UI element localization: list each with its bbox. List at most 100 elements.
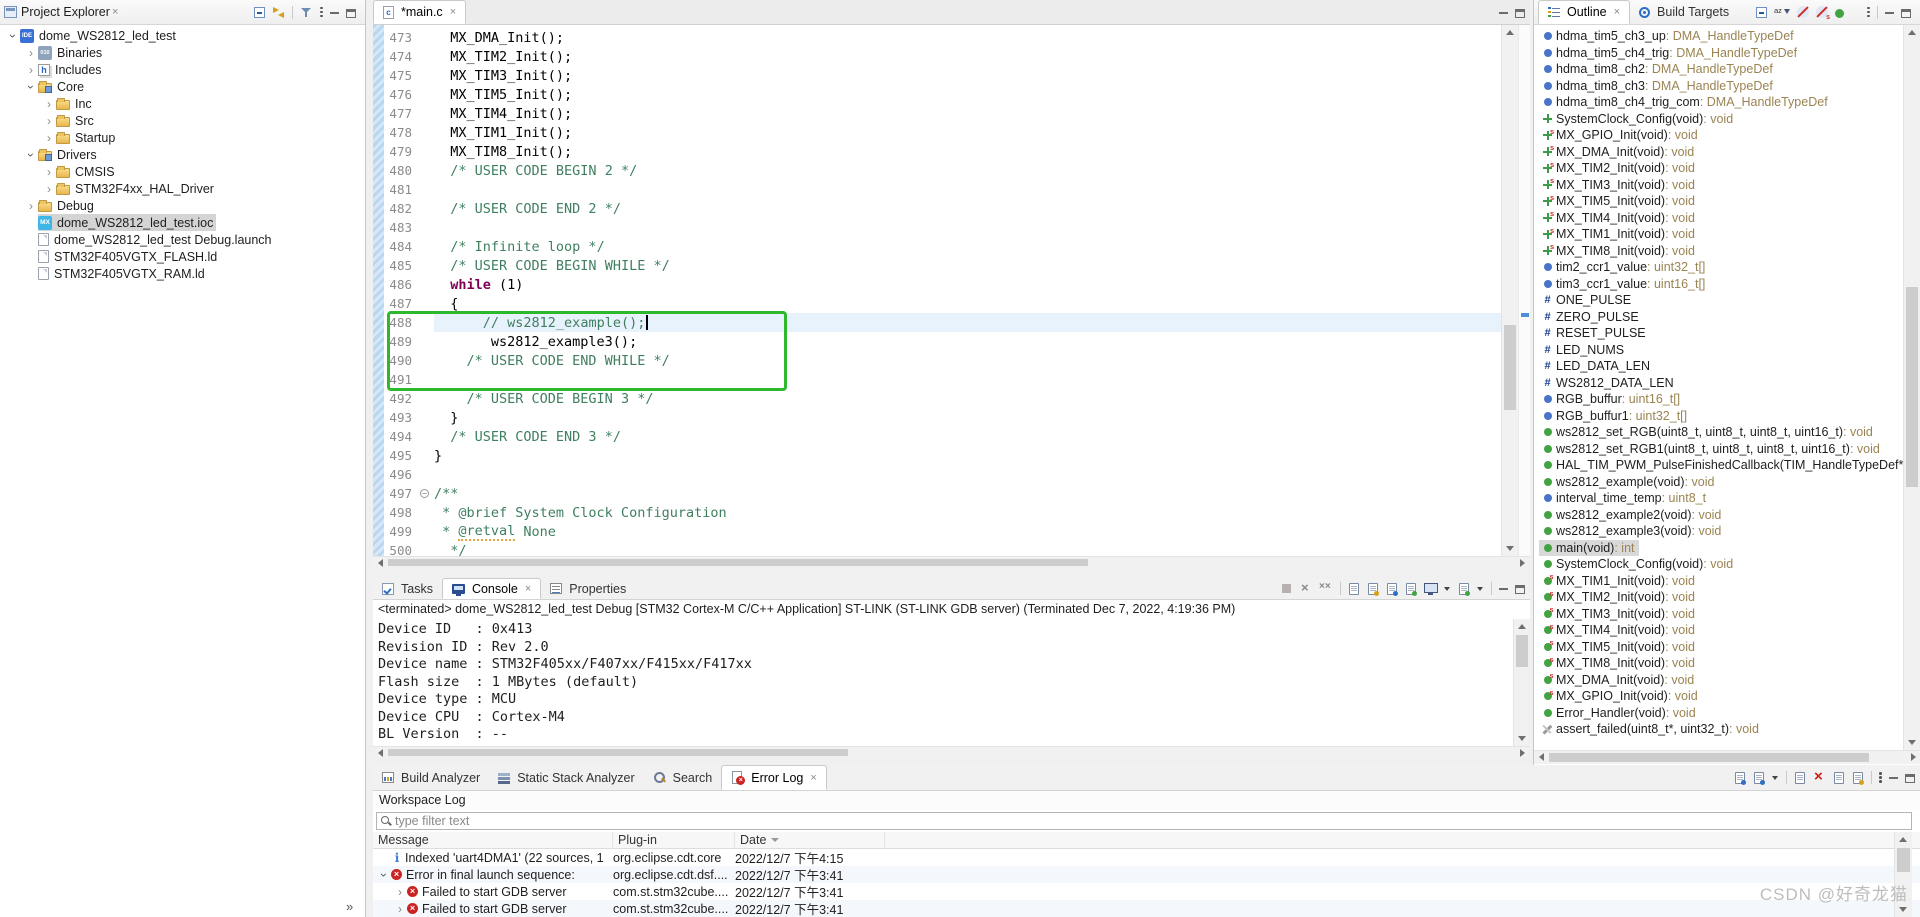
outline-item[interactable]: SystemClock_Config(void) : void [1534,556,1904,573]
tab-main-c[interactable]: c *main.c × [373,0,466,24]
delete-log-icon[interactable] [1813,771,1826,784]
code-line[interactable]: 491 [384,370,1501,389]
chevron-collapsed-icon[interactable]: › [42,131,56,145]
tree-item-stm32f405vgtx-ram-ld[interactable]: STM32F405VGTX_RAM.ld [0,265,365,282]
tree-item-debug[interactable]: ›Debug [0,197,365,214]
hide-static-icon[interactable] [1816,6,1828,18]
tab-build-targets[interactable]: Build Targets [1630,0,1738,24]
code-line[interactable]: 488 // ws2812_example(); [384,313,1501,332]
outline-item[interactable]: sMX_TIM2_Init(void) : void [1534,160,1904,177]
chevron-expanded-icon[interactable]: › [6,29,20,43]
outline-item[interactable]: interval_time_temp : uint8_t [1534,490,1904,507]
tree-item-src[interactable]: ›Src [0,112,365,129]
console-output[interactable]: Device ID : 0x413 Revision ID : Rev 2.0 … [373,619,1530,746]
scroll-lock-icon[interactable] [1368,583,1378,595]
minimize-icon[interactable] [1889,771,1898,784]
minimize-icon[interactable] [1885,6,1894,19]
outline-item[interactable]: #LED_NUMS [1534,342,1904,359]
code-editor[interactable]: 473 MX_DMA_Init();474 MX_TIM2_Init();475… [373,25,1530,556]
tree-item-dome-ws2812-led-test[interactable]: ›IDEdome_WS2812_led_test [0,27,365,44]
hide-nonpublic-icon[interactable] [1835,9,1844,18]
hide-inactive-icon[interactable] [1851,6,1860,19]
outline-item[interactable]: sMX_TIM5_Init(void) : void [1534,639,1904,656]
outline-item[interactable]: tim2_ccr1_value : uint32_t[] [1534,259,1904,276]
column-plugin[interactable]: Plug-in [613,832,735,848]
export-log-icon[interactable] [1735,772,1745,784]
minimize-icon[interactable] [330,6,339,19]
tree-item-binaries[interactable]: ›010Binaries [0,44,365,61]
chevron-collapsed-icon[interactable]: › [24,63,38,77]
log-row[interactable]: ›×Error in final launch sequence:org.ecl… [373,866,1920,883]
filter-icon[interactable] [300,6,313,19]
outline-horizontal-scrollbar[interactable] [1534,750,1920,764]
code-line[interactable]: 499 * @retval None [384,522,1501,541]
code-line[interactable]: 481 [384,180,1501,199]
dropdown-arrow-icon[interactable] [1477,582,1484,595]
display-console-icon[interactable] [1424,582,1437,595]
terminate-icon[interactable] [1280,582,1293,595]
outline-item[interactable]: sMX_TIM1_Init(void) : void [1534,573,1904,590]
toolbar-overflow-chevron[interactable]: » [346,899,353,914]
tab-error-log[interactable]: ×Error Log× [721,765,827,790]
outline-item[interactable]: sMX_TIM3_Init(void) : void [1534,177,1904,194]
tree-item-cmsis[interactable]: ›CMSIS [0,163,365,180]
maximize-icon[interactable] [1515,9,1525,18]
tree-item-drivers[interactable]: ›Drivers [0,146,365,163]
view-menu-icon[interactable] [1867,6,1870,19]
view-menu-icon[interactable] [320,6,323,19]
outline-item[interactable]: sMX_TIM2_Init(void) : void [1534,589,1904,606]
code-line[interactable]: 486 while (1) [384,275,1501,294]
outline-item[interactable]: main(void) : int [1534,540,1904,557]
outline-item[interactable]: sMX_GPIO_Init(void) : void [1534,127,1904,144]
code-line[interactable]: 473 MX_DMA_Init(); [384,28,1501,47]
import-log-icon[interactable] [1754,772,1764,784]
console-horizontal-scrollbar[interactable] [373,746,1530,758]
word-wrap-icon[interactable] [1387,583,1397,595]
outline-item[interactable]: sMX_GPIO_Init(void) : void [1534,688,1904,705]
outline-item[interactable]: RGB_buffur : uint16_t[] [1534,391,1904,408]
code-line[interactable]: 495} [384,446,1501,465]
code-line[interactable]: 492 /* USER CODE BEGIN 3 */ [384,389,1501,408]
code-line[interactable]: 493 } [384,408,1501,427]
outline-item[interactable]: hdma_tim8_ch3 : DMA_HandleTypeDef [1534,78,1904,95]
outline-item[interactable]: #RESET_PULSE [1534,325,1904,342]
outline-item[interactable]: ws2812_example3(void) : void [1534,523,1904,540]
minimize-icon[interactable] [1499,6,1508,19]
tree-item-core[interactable]: ›Core [0,78,365,95]
tree-item-startup[interactable]: ›Startup [0,129,365,146]
outline-item[interactable]: ws2812_example2(void) : void [1534,507,1904,524]
maximize-icon[interactable] [1905,774,1915,783]
code-line[interactable]: 489 ws2812_example3(); [384,332,1501,351]
code-line[interactable]: 490 /* USER CODE END WHILE */ [384,351,1501,370]
tab-build-analyzer[interactable]: Build Analyzer [373,765,489,790]
code-line[interactable]: 498 * @brief System Clock Configuration [384,503,1501,522]
clear-console-icon[interactable] [1349,583,1359,595]
tab-static-stack-analyzer[interactable]: Static Stack Analyzer [489,765,643,790]
clear-log-icon[interactable] [1795,772,1805,784]
code-line[interactable]: 479 MX_TIM8_Init(); [384,142,1501,161]
open-console-icon[interactable] [1459,583,1469,595]
restore-log-icon[interactable] [1853,772,1863,784]
maximize-icon[interactable] [1901,9,1911,18]
code-line[interactable]: 474 MX_TIM2_Init(); [384,47,1501,66]
outline-item[interactable]: sMX_TIM8_Init(void) : void [1534,655,1904,672]
maximize-icon[interactable] [1515,585,1525,594]
close-icon[interactable]: × [1614,6,1620,18]
tree-item-dome-ws2812-led-test-ioc[interactable]: MXdome_WS2812_led_test.ioc [0,214,365,231]
outline-item[interactable]: sMX_TIM3_Init(void) : void [1534,606,1904,623]
code-line[interactable]: 475 MX_TIM3_Init(); [384,66,1501,85]
console-vertical-scrollbar[interactable] [1513,619,1530,746]
tree-item-dome-ws2812-led-test-debug-launch[interactable]: dome_WS2812_led_test Debug.launch [0,231,365,248]
tree-item-stm32f405vgtx-flash-ld[interactable]: STM32F405VGTX_FLASH.ld [0,248,365,265]
chevron-collapsed-icon[interactable]: › [42,165,56,179]
chevron-collapsed-icon[interactable]: › [42,97,56,111]
chevron-collapsed-icon[interactable]: › [393,885,407,899]
outline-item[interactable]: hdma_tim8_ch2 : DMA_HandleTypeDef [1534,61,1904,78]
column-message[interactable]: Message [373,832,613,848]
tab-outline[interactable]: Outline× [1538,0,1630,24]
code-line[interactable]: 476 MX_TIM5_Init(); [384,85,1501,104]
outline-item[interactable]: hdma_tim5_ch4_trig : DMA_HandleTypeDef [1534,45,1904,62]
outline-item[interactable]: HAL_TIM_PWM_PulseFinishedCallback(TIM_Ha… [1534,457,1904,474]
outline-item[interactable]: Error_Handler(void) : void [1534,705,1904,722]
tab-search[interactable]: Search [644,765,722,790]
